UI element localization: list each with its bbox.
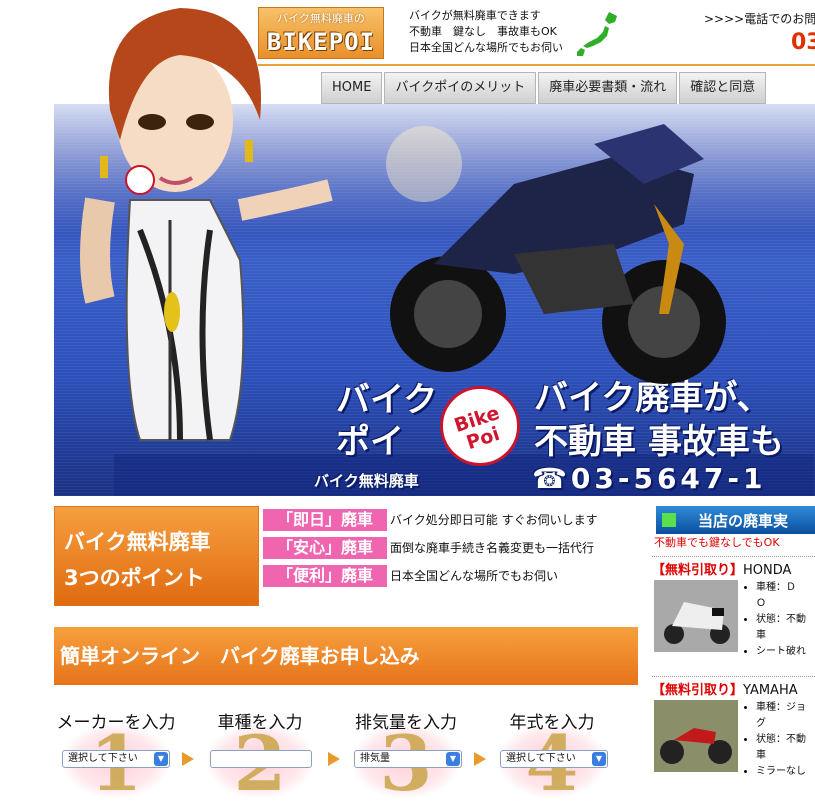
hero-headline-2: 不動車 事故車も bbox=[534, 422, 784, 462]
nav-confirm-agree[interactable]: 確認と同意 bbox=[679, 72, 767, 104]
spec-item: 状態：不動 bbox=[756, 732, 806, 748]
hero-phone[interactable]: ☎03-5647-1 bbox=[532, 462, 767, 495]
record-heading: 【無料引取り】YAMAHA bbox=[652, 676, 815, 698]
nav-documents-flow[interactable]: 廃車必要書類・流れ bbox=[538, 72, 678, 104]
spec-item: 車 bbox=[756, 750, 766, 761]
nav-merits[interactable]: バイクポイのメリット bbox=[384, 72, 537, 104]
points-box-line2: 3つのポイント bbox=[64, 566, 205, 590]
spec-item: 車種：Ｄ bbox=[756, 580, 806, 596]
record-tag: 【無料引取り】 bbox=[652, 683, 744, 698]
record-maker: HONDA bbox=[743, 563, 792, 578]
disposal-record-title: 当店の廃車実 bbox=[698, 512, 789, 530]
record-specs: 車種：Ｄ Ｏ 状態：不動 車 シート破れ bbox=[744, 580, 806, 660]
badge-text: Bike Poi bbox=[451, 401, 503, 455]
displacement-select[interactable]: 排気量 ▼ bbox=[354, 750, 462, 768]
step-arrow-icon bbox=[182, 752, 194, 766]
step-label: 年式を入力 bbox=[509, 713, 595, 733]
disposal-record-subtitle: 不動車でも鍵なしでもOK bbox=[654, 536, 780, 549]
online-application-title: 簡単オンライン バイク廃車お申し込み bbox=[60, 644, 420, 668]
square-bullet-icon bbox=[662, 513, 676, 527]
dropdown-arrow-icon: ▼ bbox=[446, 752, 460, 766]
tagline-line: 不動車 鍵なし 事故車もOK bbox=[409, 25, 557, 38]
spec-item: ミラーなし bbox=[756, 764, 806, 780]
spec-item: シート破れ bbox=[756, 644, 806, 660]
maker-select-value: 選択して下さい bbox=[68, 753, 138, 764]
record-heading: 【無料引取り】HONDA bbox=[652, 556, 815, 578]
tagline-line: バイクが無料廃車できます bbox=[409, 9, 541, 22]
tagline-line: 日本全国どんな場所でもお伺い bbox=[409, 41, 563, 54]
japan-map-icon bbox=[577, 12, 617, 56]
step-label: 車種を入力 bbox=[217, 713, 303, 733]
spec-item: 車 bbox=[756, 630, 766, 641]
record-maker: YAMAHA bbox=[743, 683, 798, 698]
phone-lead-text: >>>>電話でのお問 bbox=[704, 12, 815, 26]
year-select-value: 選択して下さい bbox=[506, 753, 576, 764]
points-box-line1: バイク無料廃車 bbox=[64, 530, 211, 554]
motorcycle-photo bbox=[654, 700, 738, 772]
online-application-header: 簡単オンライン バイク廃車お申し込み bbox=[54, 627, 638, 685]
point-tag-anshin: 「安心」廃車 bbox=[263, 537, 387, 559]
header-tagline: バイクが無料廃車できます 不動車 鍵なし 事故車もOK 日本全国どんな場所でもお… bbox=[409, 8, 563, 56]
step-arrow-icon bbox=[474, 752, 486, 766]
step-arrow-icon bbox=[328, 752, 340, 766]
maker-select[interactable]: 選択して下さい ▼ bbox=[62, 750, 170, 768]
mascot-girl-image bbox=[80, 8, 333, 441]
displacement-select-value: 排気量 bbox=[360, 753, 390, 764]
step-label: メーカーを入力 bbox=[56, 713, 176, 733]
record-specs: 車種：ジョ グ 状態：不動 車 ミラーなし bbox=[744, 700, 806, 780]
spec-item: Ｏ bbox=[756, 598, 766, 609]
year-select[interactable]: 選択して下さい ▼ bbox=[500, 750, 608, 768]
motorcycle-image bbox=[386, 124, 726, 384]
dropdown-arrow-icon: ▼ bbox=[154, 752, 168, 766]
spec-item: グ bbox=[756, 718, 766, 729]
point-desc: バイク処分即日可能 すぐお伺いします bbox=[390, 513, 598, 527]
bikepoi-badge: Bike Poi bbox=[440, 386, 520, 466]
record-item[interactable]: 【無料引取り】HONDA 車種：Ｄ Ｏ 状態：不動 車 シート破れ bbox=[652, 556, 815, 668]
point-desc: 日本全国どんな場所でもお伺い bbox=[390, 569, 559, 583]
spec-item: 状態：不動 bbox=[756, 612, 806, 628]
record-item[interactable]: 【無料引取り】YAMAHA 車種：ジョ グ 状態：不動 車 ミラーなし bbox=[652, 676, 815, 788]
step-label: 排気量を入力 bbox=[355, 713, 457, 733]
model-input[interactable] bbox=[210, 750, 312, 768]
point-tag-benri: 「便利」廃車 bbox=[263, 565, 387, 587]
point-desc: 面倒な廃車手続き名義変更も一括代行 bbox=[390, 541, 595, 555]
dropdown-arrow-icon: ▼ bbox=[592, 752, 606, 766]
point-tag-sokujitsu: 「即日」廃車 bbox=[263, 509, 387, 531]
spec-item: 車種：ジョ bbox=[756, 700, 806, 716]
scooter-photo bbox=[654, 580, 738, 652]
three-points-box: バイク無料廃車 3つのポイント bbox=[54, 506, 259, 606]
record-tag: 【無料引取り】 bbox=[652, 563, 744, 578]
disposal-record-header: 当店の廃車実 bbox=[656, 506, 815, 534]
header-phone-number[interactable]: 03 bbox=[791, 30, 815, 55]
